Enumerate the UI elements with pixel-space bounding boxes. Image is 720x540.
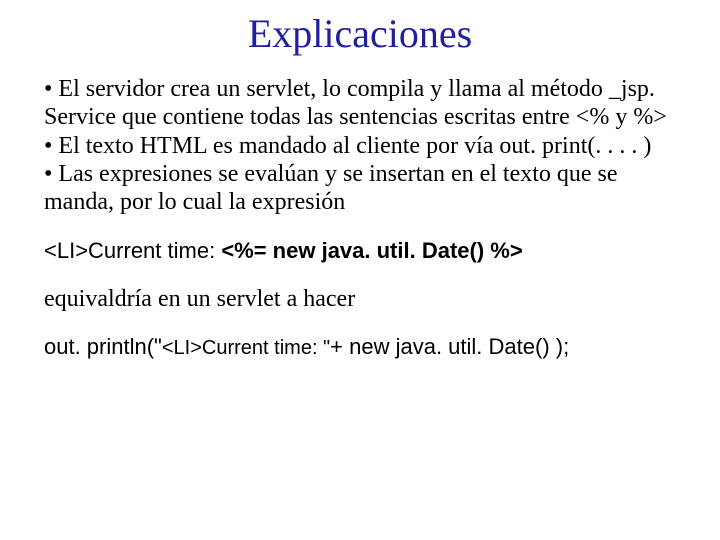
bullet-text: El texto HTML es mandado al cliente por … [58, 133, 651, 159]
bullet-dot-icon: • [44, 76, 58, 102]
bullet-dot-icon: • [44, 133, 58, 159]
mid-text: equivaldría en un servlet a hacer [44, 285, 676, 313]
code-line-1: <LI>Current time: <%= new java. util. Da… [44, 237, 676, 265]
slide-body: •El servidor crea un servlet, lo compila… [44, 75, 676, 362]
code-prefix: <LI>Current time: [44, 238, 221, 263]
bullet-item: •El texto HTML es mandado al cliente por… [44, 132, 676, 160]
code2-p2: <LI>Current time: " [162, 337, 330, 359]
code2-p3: + new java. util. Date() ); [330, 334, 569, 359]
slide: Explicaciones •El servidor crea un servl… [0, 0, 720, 540]
bullet-item: •Las expresiones se evalúan y se inserta… [44, 160, 676, 217]
bullet-item: •El servidor crea un servlet, lo compila… [44, 75, 676, 132]
code-expression: <%= new java. util. Date() %> [221, 238, 522, 263]
bullet-dot-icon: • [44, 161, 58, 187]
bullet-text: Las expresiones se evalúan y se insertan… [44, 161, 618, 215]
code-line-2: out. println("<LI>Current time: "+ new j… [44, 333, 676, 361]
bullet-text: El servidor crea un servlet, lo compila … [44, 76, 667, 130]
slide-title: Explicaciones [44, 10, 676, 57]
code2-p1: out. println(" [44, 334, 162, 359]
